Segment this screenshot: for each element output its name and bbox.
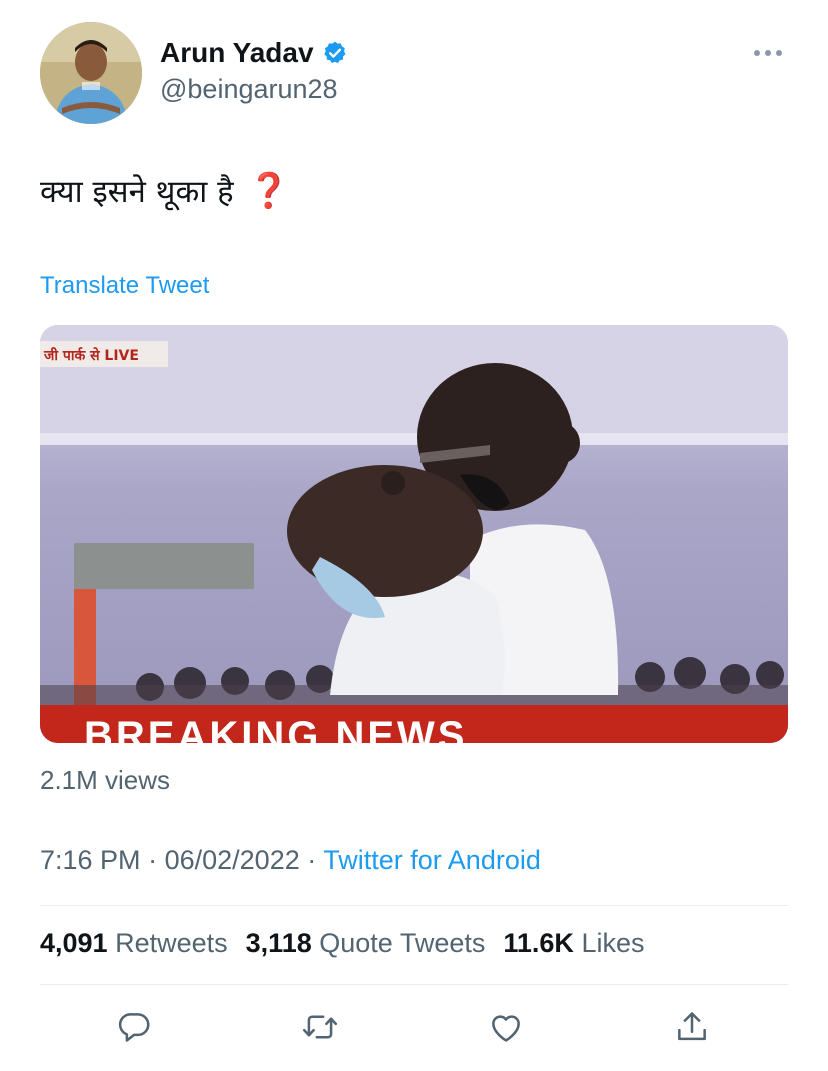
- profile-photo-icon: [40, 22, 142, 124]
- meta-separator: ·: [307, 845, 317, 875]
- engagement-stats: 4,091 Retweets 3,118 Quote Tweets 11.6K …: [40, 928, 644, 959]
- more-options-button[interactable]: [746, 40, 790, 66]
- meta-separator: ·: [148, 845, 158, 875]
- reply-button[interactable]: [112, 1005, 156, 1049]
- likes-stat[interactable]: 11.6K Likes: [503, 928, 644, 959]
- divider: [40, 984, 788, 985]
- retweet-button[interactable]: [298, 1005, 342, 1049]
- tweet-author: Arun Yadav @beingarun28: [160, 34, 348, 105]
- like-button[interactable]: [484, 1005, 528, 1049]
- like-count: 11.6K: [503, 928, 574, 958]
- quote-tweets-stat[interactable]: 3,118 Quote Tweets: [246, 928, 486, 959]
- like-icon: [492, 1015, 520, 1042]
- author-display-name[interactable]: Arun Yadav: [160, 37, 314, 69]
- retweets-stat[interactable]: 4,091 Retweets: [40, 928, 228, 959]
- verified-badge-icon: [322, 40, 348, 66]
- translate-tweet-link[interactable]: Translate Tweet: [40, 272, 209, 300]
- action-bar: [40, 1005, 788, 1049]
- breaking-news-banner: BREAKING NEWS: [84, 714, 467, 743]
- reply-icon: [118, 1013, 150, 1042]
- tweet-text: क्या इसने थूका है ❓: [40, 170, 290, 212]
- retweet-icon: [302, 1015, 338, 1039]
- avatar[interactable]: [40, 22, 142, 124]
- tweet-text-body: क्या इसने थूका है: [40, 174, 234, 210]
- tweet-source-link[interactable]: Twitter for Android: [323, 845, 541, 875]
- author-handle[interactable]: @beingarun28: [160, 74, 348, 105]
- share-button[interactable]: [670, 1005, 714, 1049]
- view-count: 2.1M views: [40, 765, 171, 795]
- more-dots-icon: [754, 50, 782, 56]
- like-label: Likes: [581, 928, 645, 958]
- tweet-time[interactable]: 7:16 PM: [40, 845, 141, 875]
- video-frame: जी पार्क से LIVE BREAKING NEWS: [40, 325, 788, 743]
- retweet-label: Retweets: [115, 928, 228, 958]
- tweet-video[interactable]: जी पार्क से LIVE BREAKING NEWS: [40, 325, 788, 743]
- divider: [40, 905, 788, 906]
- share-icon: [678, 1012, 706, 1041]
- quote-tweet-count: 3,118: [245, 928, 312, 958]
- tweet-metadata: 7:16 PM · 06/02/2022 · Twitter for Andro…: [40, 845, 541, 876]
- retweet-count: 4,091: [40, 928, 108, 958]
- question-mark-emoji-icon: ❓: [247, 171, 290, 211]
- quote-tweet-label: Quote Tweets: [319, 928, 486, 958]
- channel-tag: जी पार्क से LIVE: [43, 347, 139, 364]
- tweet-date[interactable]: 06/02/2022: [165, 845, 300, 875]
